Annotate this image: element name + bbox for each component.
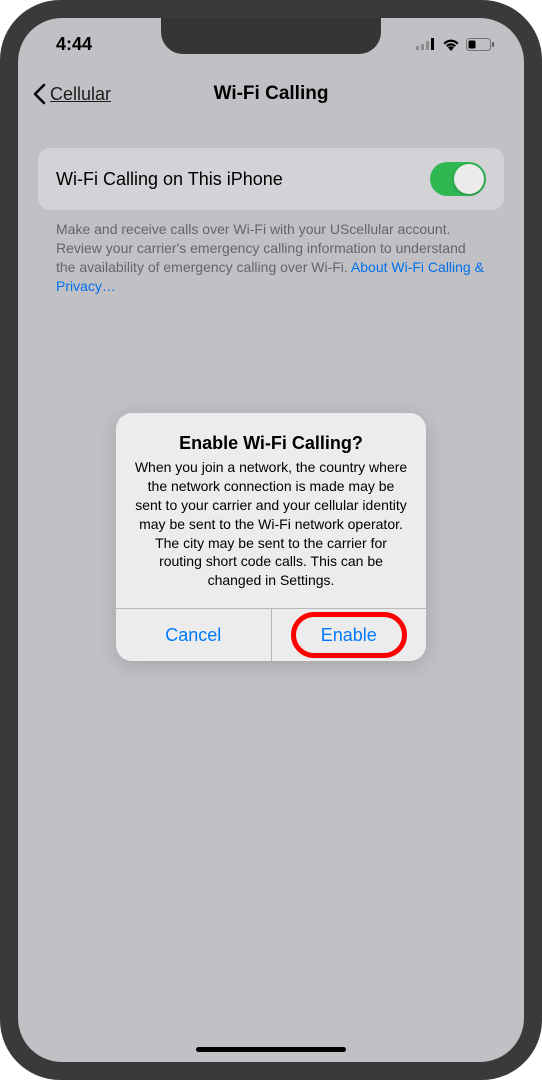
- alert-content: Enable Wi-Fi Calling? When you join a ne…: [116, 413, 426, 608]
- alert-message: When you join a network, the country whe…: [134, 458, 408, 590]
- enable-label: Enable: [321, 625, 377, 646]
- cancel-button[interactable]: Cancel: [116, 609, 272, 661]
- alert-buttons: Cancel Enable: [116, 608, 426, 661]
- alert-title: Enable Wi-Fi Calling?: [134, 433, 408, 454]
- modal-overlay: Enable Wi-Fi Calling? When you join a ne…: [18, 18, 524, 1062]
- screen: 4:44: [18, 18, 524, 1062]
- phone-frame: 4:44: [0, 0, 542, 1080]
- home-indicator[interactable]: [196, 1047, 346, 1052]
- enable-button[interactable]: Enable: [272, 609, 427, 661]
- alert-dialog: Enable Wi-Fi Calling? When you join a ne…: [116, 413, 426, 661]
- cancel-label: Cancel: [165, 625, 221, 646]
